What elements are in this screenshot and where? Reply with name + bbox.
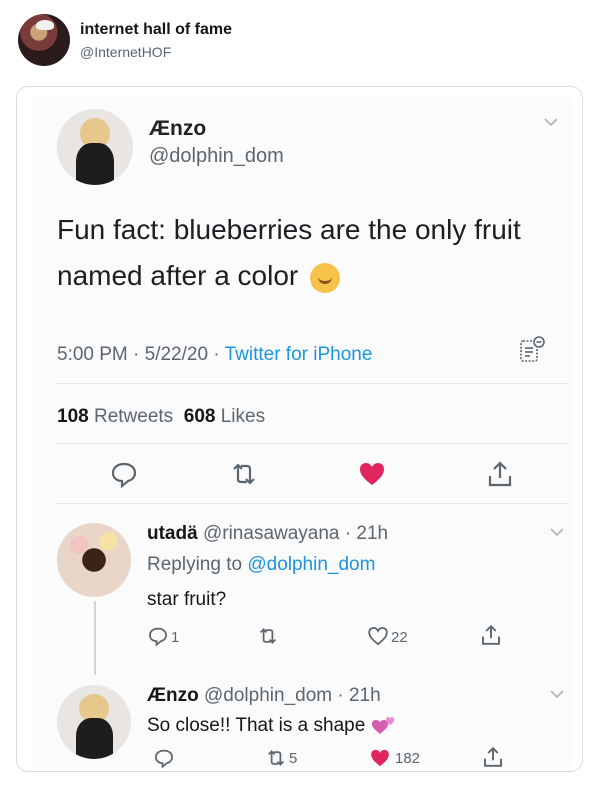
divider <box>57 503 567 504</box>
smiling-hugging-emoji-icon <box>310 262 341 293</box>
author-avatar[interactable] <box>57 109 133 185</box>
reply1-name[interactable]: utadä <box>147 523 198 544</box>
reply1-text: star fruit? <box>147 589 227 610</box>
tweet-text-line2-words: named after a color <box>57 260 299 291</box>
reply1-header: utadä @rinasawayana · 21h <box>147 523 388 545</box>
analytics-icon[interactable] <box>517 335 547 365</box>
chevron-down-icon[interactable] <box>543 117 559 127</box>
tweet-image-card: Ænzo @dolphin_dom Fun fact: blueberries … <box>16 86 583 772</box>
heart-outline-icon[interactable] <box>367 625 389 647</box>
tweet-screenshot: Ænzo @dolphin_dom Fun fact: blueberries … <box>33 97 573 769</box>
replying-to: Replying to @dolphin_dom <box>147 554 375 576</box>
replying-to-handle[interactable]: @dolphin_dom <box>247 554 375 575</box>
reply-icon[interactable] <box>153 747 175 769</box>
tweet-text: Fun fact: blueberries are the only fruit… <box>57 207 567 299</box>
likes-count[interactable]: 608 <box>184 406 216 427</box>
share-icon[interactable] <box>479 623 503 647</box>
poster-avatar[interactable] <box>18 14 70 66</box>
share-icon[interactable] <box>485 459 515 489</box>
reply1-reply-count: 1 <box>171 629 180 646</box>
author-name[interactable]: Ænzo <box>149 117 206 141</box>
thread-line <box>94 601 96 675</box>
chevron-down-icon[interactable] <box>549 689 565 699</box>
poster-header: internet hall of fame @InternetHOF <box>18 14 578 70</box>
share-icon[interactable] <box>481 745 505 769</box>
chevron-down-icon[interactable] <box>549 527 565 537</box>
poster-handle[interactable]: @InternetHOF <box>80 44 171 60</box>
likes-label[interactable]: Likes <box>221 406 265 427</box>
tweet-source-link[interactable]: Twitter for iPhone <box>225 344 373 365</box>
tweet-text-line2: named after a color <box>57 253 567 299</box>
divider <box>57 383 567 384</box>
two-hearts-emoji-icon <box>371 716 394 734</box>
reply1-avatar[interactable] <box>57 523 131 597</box>
reply2-text: So close!! That is a shape <box>147 715 395 737</box>
reply2-name[interactable]: Ænzo <box>147 685 199 706</box>
reply2-avatar[interactable] <box>57 685 131 759</box>
reply2-handle-time[interactable]: @dolphin_dom · 21h <box>204 685 381 706</box>
replying-to-prefix: Replying to <box>147 554 248 575</box>
reply1-like-count: 22 <box>391 629 408 646</box>
reply-icon[interactable] <box>147 625 169 647</box>
tweet-text-line1: Fun fact: blueberries are the only fruit <box>57 214 521 245</box>
reply2-header: Ænzo @dolphin_dom · 21h <box>147 685 381 707</box>
reply-icon[interactable] <box>109 459 139 489</box>
reply2-like-count: 182 <box>395 750 421 767</box>
retweets-count[interactable]: 108 <box>57 406 89 427</box>
retweet-icon[interactable] <box>257 625 279 647</box>
retweet-icon[interactable] <box>229 459 259 489</box>
tweet-timestamp[interactable]: 5:00 PM · 5/22/20 · <box>57 344 225 365</box>
heart-icon[interactable] <box>369 747 391 769</box>
heart-icon[interactable] <box>357 459 387 489</box>
retweet-icon[interactable] <box>265 747 287 769</box>
divider <box>57 443 567 444</box>
reply1-handle-time[interactable]: @rinasawayana · 21h <box>203 523 388 544</box>
tweet-stats: 108 Retweets 608 Likes <box>57 406 265 428</box>
author-handle[interactable]: @dolphin_dom <box>149 145 284 168</box>
reply2-text-words: So close!! That is a shape <box>147 715 366 736</box>
retweets-label[interactable]: Retweets <box>94 406 173 427</box>
poster-name[interactable]: internet hall of fame <box>80 21 232 39</box>
tweet-meta: 5:00 PM · 5/22/20 · Twitter for iPhone <box>57 344 372 366</box>
reply2-retweet-count: 5 <box>289 750 298 767</box>
